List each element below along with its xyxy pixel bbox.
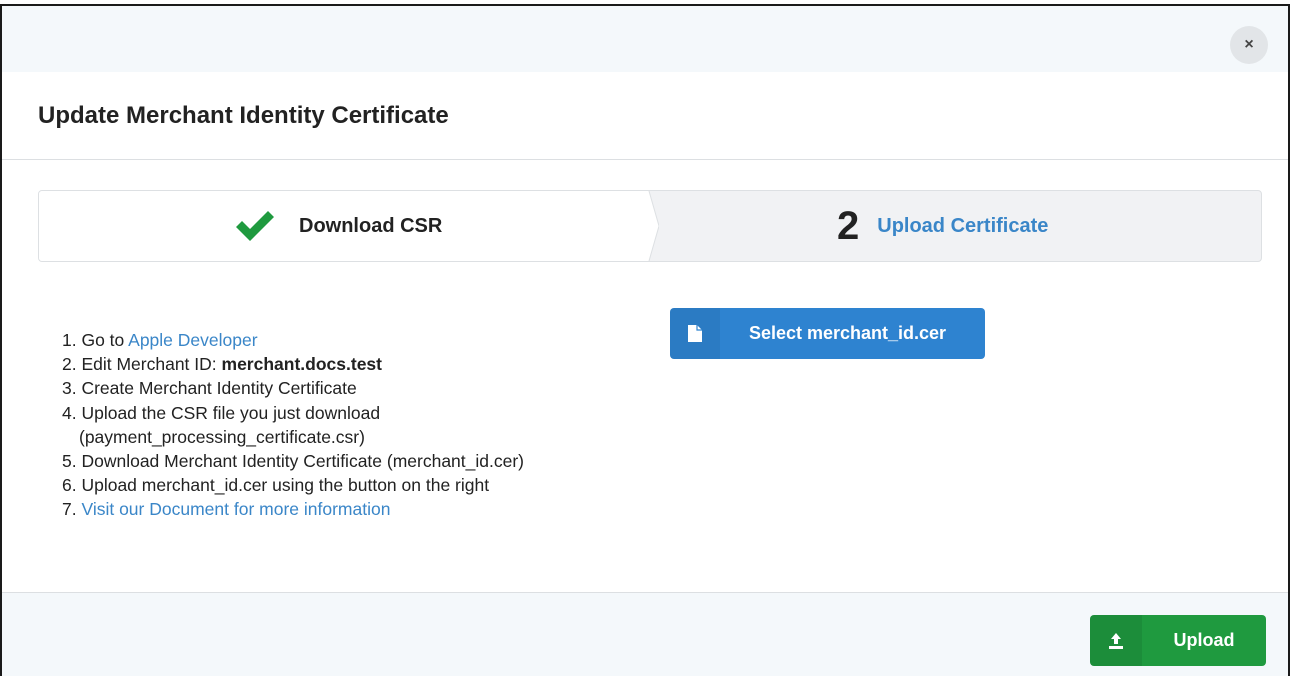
instruction-text: 7.: [62, 499, 82, 520]
step-upload-certificate[interactable]: 2 Upload Certificate: [837, 191, 1048, 261]
modal-footer: Upload: [2, 592, 1288, 676]
instruction-item: 3. Create Merchant Identity Certificate: [62, 378, 357, 399]
step-number: 2: [837, 204, 860, 248]
modal-title: Update Merchant Identity Certificate: [38, 102, 449, 129]
modal-topbar: ×: [2, 6, 1288, 72]
instruction-item: 6. Upload merchant_id.cer using the butt…: [62, 475, 490, 496]
step-download-csr-label: Download CSR: [299, 214, 443, 237]
upload-button[interactable]: Upload: [1090, 615, 1266, 666]
instruction-item: 2. Edit Merchant ID: merchant.docs.test: [62, 352, 524, 376]
step-upload-certificate-label: Upload Certificate: [877, 214, 1049, 237]
instruction-item: 7. Visit our Document for more informati…: [62, 497, 524, 521]
update-certificate-modal: × Update Merchant Identity Certificate D…: [0, 4, 1290, 676]
instruction-item: 1. Go to Apple Developer: [62, 328, 524, 352]
modal-header: Update Merchant Identity Certificate: [2, 72, 1288, 160]
close-icon: ×: [1244, 36, 1254, 53]
instruction-item-continued: (payment_processing_certificate.csr): [79, 426, 365, 447]
upload-button-label: Upload: [1173, 630, 1235, 650]
step-progress: Download CSR 2 Upload Certificate: [38, 190, 1262, 262]
instruction-text: 2. Edit Merchant ID:: [62, 354, 222, 375]
merchant-id-value: merchant.docs.test: [221, 354, 382, 375]
instruction-item: 5. Download Merchant Identity Certificat…: [62, 451, 525, 472]
check-icon: [236, 211, 274, 241]
instructions-list: 1. Go to Apple Developer 2. Edit Merchan…: [62, 328, 524, 522]
file-icon: [688, 325, 702, 342]
instruction-item: 4. Upload the CSR file you just download: [62, 402, 381, 423]
select-file-button[interactable]: Select merchant_id.cer: [670, 308, 985, 359]
step-download-csr[interactable]: Download CSR: [39, 191, 649, 261]
step-divider-arrow: [635, 191, 659, 261]
close-button[interactable]: ×: [1230, 26, 1268, 64]
documentation-link[interactable]: Visit our Document for more information: [81, 499, 390, 519]
instruction-text: 1. Go to: [62, 330, 129, 350]
apple-developer-link[interactable]: Apple Developer: [128, 330, 257, 350]
upload-icon: [1109, 632, 1123, 649]
select-file-button-label: Select merchant_id.cer: [748, 323, 947, 343]
